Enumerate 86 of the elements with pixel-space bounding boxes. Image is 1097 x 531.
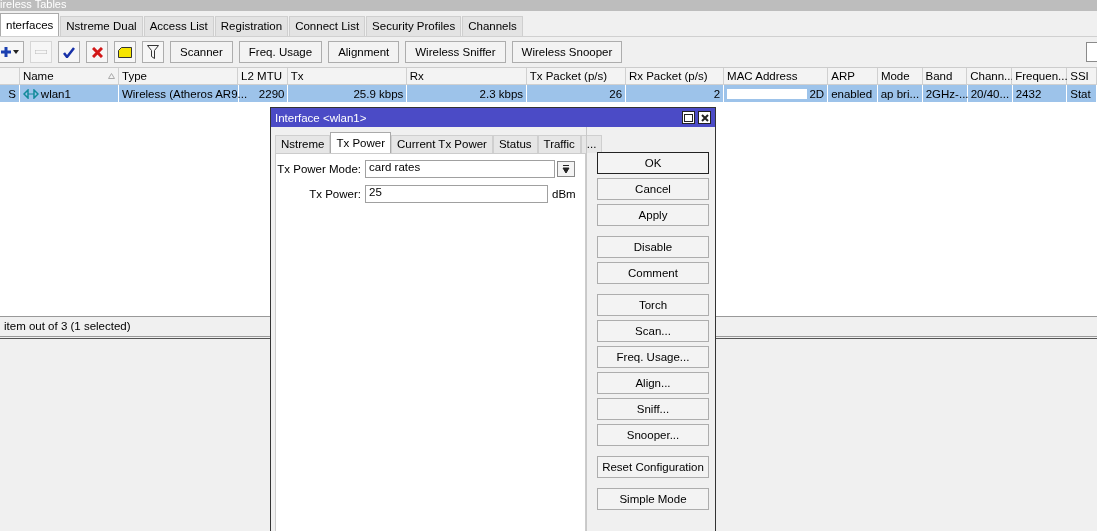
tab[interactable]: Status — [492, 135, 538, 153]
plus-icon — [0, 46, 20, 58]
tab[interactable]: Security Profiles — [366, 16, 462, 36]
tab[interactable]: Tx Power — [330, 132, 392, 153]
table-cell-text: 20/40... — [970, 86, 1010, 102]
dialog-button[interactable]: Cancel — [597, 178, 709, 200]
column-header[interactable]: MAC Address — [724, 68, 829, 85]
tab[interactable]: Channels — [462, 16, 523, 36]
toolbar-button[interactable]: Freq. Usage — [238, 41, 323, 63]
table-cell-text: Wireless (Atheros AR9... — [121, 86, 248, 102]
filter-icon — [147, 45, 159, 59]
note-icon — [118, 46, 132, 58]
table-cell-text: 2.3 kbps — [479, 86, 524, 102]
column-header[interactable]: Mode — [877, 68, 923, 85]
dialog-button[interactable]: Comment — [597, 262, 709, 284]
toolbar-button[interactable] — [114, 41, 136, 63]
tab[interactable]: Nstreme — [275, 135, 331, 153]
toolbar-button[interactable]: Wireless Sniffer — [405, 41, 506, 63]
sort-icon — [108, 73, 116, 79]
toolbar-button[interactable]: Scanner — [170, 41, 233, 63]
dropdown-field[interactable]: card rates — [365, 160, 555, 178]
column-header[interactable]: ARP — [828, 68, 878, 85]
dialog-title: Interface <wlan1> — [275, 111, 368, 124]
unit-label: dBm — [552, 188, 576, 200]
dialog-button[interactable]: Align... — [597, 372, 709, 394]
table-cell-text: Stat — [1070, 86, 1091, 102]
column-header[interactable]: L2 MTU — [238, 68, 288, 85]
column-header[interactable]: Rx — [406, 68, 527, 85]
dialog-button[interactable]: Simple Mode — [597, 488, 709, 510]
column-header[interactable]: Rx Packet (p/s) — [625, 68, 725, 85]
dialog-button[interactable]: Reset Configuration — [597, 456, 709, 478]
dialog-button[interactable]: Sniff... — [597, 398, 709, 420]
toolbar-button[interactable] — [86, 41, 108, 63]
column-header[interactable]: Type — [119, 68, 239, 85]
search-field[interactable] — [1086, 42, 1097, 62]
cross-icon — [91, 46, 103, 58]
table-row[interactable]: S wlan1 Wireless (Atheros AR9... 2290 25.9 kbps 2.3 kbps 26 2 2D enabled ap bri... 2GHz-... 20/40... 2432 Stat — [0, 85, 1097, 102]
column-header[interactable]: Name — [19, 68, 120, 85]
table-cell-text: 2GHz-... — [925, 86, 969, 102]
dialog-button[interactable]: Scan... — [597, 320, 709, 342]
table-cell-text: 26 — [609, 86, 623, 102]
tab[interactable]: Nstreme Dual — [60, 16, 143, 36]
column-header[interactable]: Chann... — [967, 68, 1013, 85]
table-cell-text: enabled — [831, 86, 873, 102]
tab[interactable]: Traffic — [537, 135, 581, 153]
close-button[interactable] — [698, 111, 711, 124]
input-field[interactable]: 25 — [365, 185, 548, 203]
table-cell-text: S — [8, 86, 16, 102]
table-cell-text: ap bri... — [880, 86, 920, 102]
check-icon — [63, 46, 75, 58]
dropdown-button[interactable] — [557, 161, 575, 177]
column-header[interactable]: Tx — [287, 68, 407, 85]
toolbar-button[interactable] — [0, 41, 24, 63]
column-header[interactable]: SSI — [1067, 68, 1097, 85]
toolbar-button[interactable]: Alignment — [328, 41, 400, 63]
toolbar-button[interactable] — [142, 41, 164, 63]
interface-icon — [22, 88, 39, 99]
column-header[interactable]: Tx Packet (p/s) — [526, 68, 626, 85]
dialog-button[interactable]: Disable — [597, 236, 709, 258]
table-cell-text: 2D — [809, 86, 825, 102]
close-icon — [700, 113, 709, 122]
table-cell-text: 2290 — [258, 86, 285, 102]
maximize-icon — [684, 113, 693, 122]
dialog-button[interactable]: OK — [597, 152, 709, 174]
toolbar-button[interactable] — [58, 41, 80, 63]
dialog-button[interactable]: Apply — [597, 204, 709, 226]
dialog-button[interactable]: Freq. Usage... — [597, 346, 709, 368]
dialog-button[interactable]: Torch — [597, 294, 709, 316]
table-cell-text: 25.9 kbps — [353, 86, 404, 102]
table-cell-text: 2 — [713, 86, 721, 102]
toolbar-button[interactable]: Wireless Snooper — [511, 41, 623, 63]
table-cell-text: 2432 — [1015, 86, 1042, 102]
tab[interactable]: Access List — [143, 16, 214, 36]
column-header[interactable]: Band — [922, 68, 968, 85]
field-label: Tx Power Mode: — [276, 163, 362, 175]
field-label: Tx Power: — [308, 188, 362, 200]
tab[interactable]: Current Tx Power — [391, 135, 493, 153]
tab[interactable]: nterfaces — [0, 13, 60, 36]
tab[interactable]: Registration — [214, 16, 289, 36]
dropdown-icon — [562, 164, 570, 174]
column-header[interactable]: Frequen... — [1012, 68, 1068, 85]
tab[interactable]: Connect List — [289, 16, 366, 36]
maximize-button[interactable] — [682, 111, 695, 124]
window-title: ireless Tables — [0, 0, 1097, 11]
table-cell-text: wlan1 — [40, 86, 71, 102]
dialog-button[interactable]: Snooper... — [597, 424, 709, 446]
